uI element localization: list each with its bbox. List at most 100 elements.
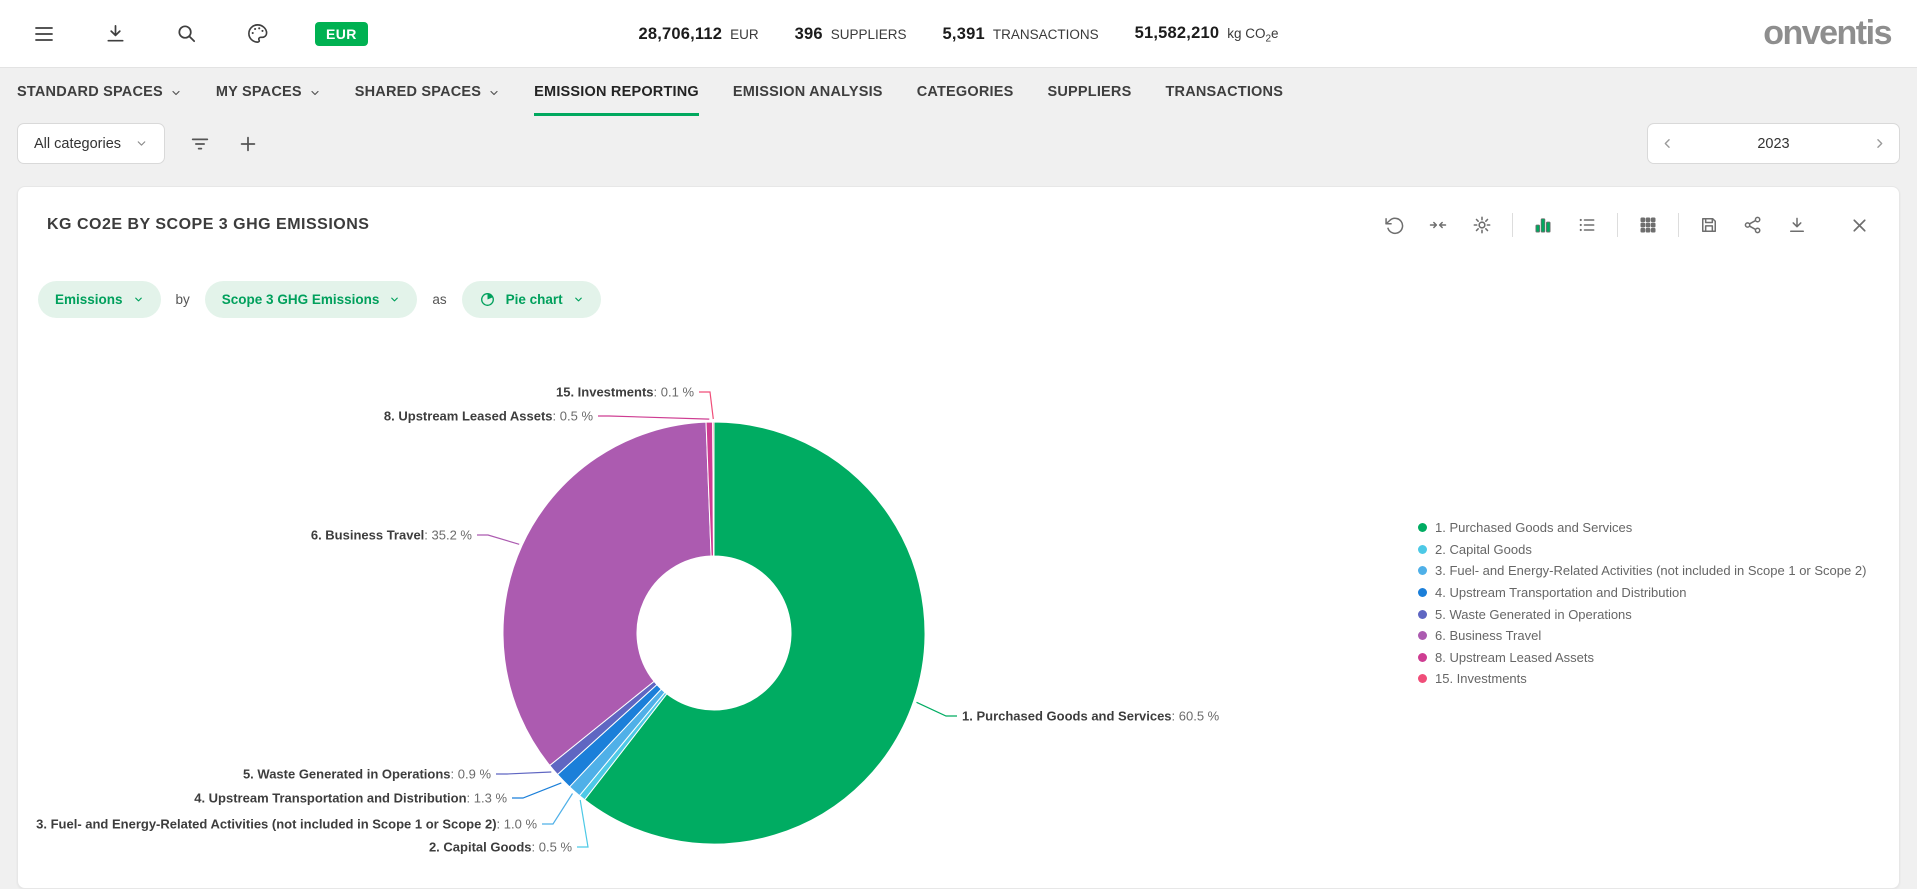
chart-legend: 1. Purchased Goods and Services 2. Capita… <box>1418 517 1866 690</box>
toolbar-divider <box>1512 213 1513 237</box>
download-icon[interactable] <box>1787 215 1807 235</box>
nav-tab-shared-spaces[interactable]: SHARED SPACES <box>355 68 500 116</box>
year-selector: 2023 <box>1647 123 1900 164</box>
legend-dot <box>1418 566 1427 575</box>
currency-badge[interactable]: EUR <box>315 22 368 46</box>
label-line <box>496 772 551 774</box>
nav-tab-label: STANDARD SPACES <box>17 84 163 100</box>
menu-icon[interactable] <box>32 22 56 46</box>
download-icon[interactable] <box>104 22 127 45</box>
chevron-down-icon <box>133 294 144 305</box>
search-icon[interactable] <box>175 22 198 45</box>
nav-tab-label: EMISSION ANALYSIS <box>733 84 883 100</box>
legend-item[interactable]: 5. Waste Generated in Operations <box>1418 603 1866 625</box>
legend-item[interactable]: 8. Upstream Leased Assets <box>1418 647 1866 669</box>
label-line <box>598 416 709 419</box>
share-icon[interactable] <box>1743 215 1763 235</box>
stat-co2e: 51,582,210 kg CO2e <box>1135 24 1279 45</box>
legend-item[interactable]: 15. Investments <box>1418 668 1866 690</box>
as-label: as <box>432 292 446 307</box>
save-icon[interactable] <box>1699 215 1719 235</box>
legend-dot <box>1418 610 1427 619</box>
by-label: by <box>176 292 190 307</box>
bar-chart-icon[interactable] <box>1533 215 1553 235</box>
legend-label: 5. Waste Generated in Operations <box>1435 607 1632 622</box>
nav-tab-emission-reporting[interactable]: EMISSION REPORTING <box>534 68 699 116</box>
category-dropdown-label: All categories <box>34 136 121 152</box>
grid-view-icon[interactable] <box>1638 215 1658 235</box>
label-line <box>917 702 958 716</box>
legend-item[interactable]: 3. Fuel- and Energy-Related Activities (… <box>1418 560 1866 582</box>
legend-dot <box>1418 588 1427 597</box>
category-dropdown[interactable]: All categories <box>17 123 165 164</box>
chevron-down-icon <box>573 294 584 305</box>
dimension-dropdown[interactable]: Scope 3 GHG Emissions <box>205 281 418 318</box>
slice-label: 4. Upstream Transportation and Distribut… <box>194 791 507 806</box>
list-view-icon[interactable] <box>1577 215 1597 235</box>
chevron-down-icon <box>488 87 500 99</box>
stat-label: EUR <box>730 27 759 42</box>
legend-item[interactable]: 6. Business Travel <box>1418 625 1866 647</box>
legend-item[interactable]: 1. Purchased Goods and Services <box>1418 517 1866 539</box>
nav-tab-emission-analysis[interactable]: EMISSION ANALYSIS <box>733 68 883 116</box>
nav-tab-label: TRANSACTIONS <box>1165 84 1283 100</box>
stat-value: 5,391 <box>943 25 985 44</box>
chevron-down-icon <box>170 87 182 99</box>
legend-label: 2. Capital Goods <box>1435 542 1532 557</box>
stat-label: SUPPLIERS <box>831 27 907 42</box>
chevron-down-icon <box>389 294 400 305</box>
legend-dot <box>1418 653 1427 662</box>
nav-tab-label: SUPPLIERS <box>1047 84 1131 100</box>
main-nav: STANDARD SPACES MY SPACES SHARED SPACES … <box>0 68 1917 116</box>
stat-total-spend: 28,706,112 EUR <box>638 25 758 44</box>
pie-chart-icon <box>479 291 496 308</box>
close-icon[interactable] <box>1849 215 1870 236</box>
widget-toolbar <box>1384 213 1870 237</box>
legend-label: 8. Upstream Leased Assets <box>1435 650 1594 665</box>
legend-label: 6. Business Travel <box>1435 628 1541 643</box>
summary-stats: 28,706,112 EUR 396 SUPPLIERS 5,391 TRANS… <box>638 0 1278 68</box>
stat-label: kg CO2e <box>1227 26 1278 45</box>
chevron-down-icon <box>309 87 321 99</box>
filter-icon[interactable] <box>189 133 211 155</box>
slice-label: 15. Investments: 0.1 % <box>556 385 694 400</box>
nav-tab-label: MY SPACES <box>216 84 302 100</box>
slice-label: 8. Upstream Leased Assets: 0.5 % <box>384 409 594 424</box>
add-icon[interactable] <box>237 133 259 155</box>
stat-transactions: 5,391 TRANSACTIONS <box>943 25 1099 44</box>
stat-suppliers: 396 SUPPLIERS <box>795 25 907 44</box>
nav-tab-transactions[interactable]: TRANSACTIONS <box>1165 68 1283 116</box>
nav-tab-suppliers[interactable]: SUPPLIERS <box>1047 68 1131 116</box>
palette-icon[interactable] <box>246 22 269 45</box>
report-widget: KG CO2E BY SCOPE 3 GHG EMISSIONS <box>17 186 1900 889</box>
legend-label: 4. Upstream Transportation and Distribut… <box>1435 585 1686 600</box>
collapse-arrows-icon[interactable] <box>1428 215 1448 235</box>
legend-label: 3. Fuel- and Energy-Related Activities (… <box>1435 563 1866 578</box>
chart-type-dropdown[interactable]: Pie chart <box>462 281 601 318</box>
label-line <box>542 794 573 825</box>
slice-label: 5. Waste Generated in Operations: 0.9 % <box>243 767 491 782</box>
filter-bar: All categories 2023 <box>0 116 1917 171</box>
onventis-logo: onventis <box>1763 14 1891 53</box>
next-year-button[interactable] <box>1872 136 1887 151</box>
legend-item[interactable]: 4. Upstream Transportation and Distribut… <box>1418 582 1866 604</box>
nav-tab-label: EMISSION REPORTING <box>534 84 699 100</box>
chart-config-row: Emissions by Scope 3 GHG Emissions as Pi… <box>18 263 1899 318</box>
label-line <box>477 535 519 544</box>
nav-tab-standard-spaces[interactable]: STANDARD SPACES <box>17 68 182 116</box>
measure-dropdown-label: Emissions <box>55 292 123 307</box>
chevron-down-icon <box>135 137 148 150</box>
prev-year-button[interactable] <box>1660 136 1675 151</box>
toolbar-divider <box>1678 213 1679 237</box>
label-line <box>699 392 713 419</box>
nav-tab-label: SHARED SPACES <box>355 84 481 100</box>
measure-dropdown[interactable]: Emissions <box>38 281 161 318</box>
slice-label: 3. Fuel- and Energy-Related Activities (… <box>36 817 537 832</box>
legend-item[interactable]: 2. Capital Goods <box>1418 539 1866 561</box>
refresh-icon[interactable] <box>1384 215 1404 235</box>
nav-tab-my-spaces[interactable]: MY SPACES <box>216 68 321 116</box>
chart-type-dropdown-label: Pie chart <box>506 292 563 307</box>
legend-dot <box>1418 674 1427 683</box>
nav-tab-categories[interactable]: CATEGORIES <box>917 68 1014 116</box>
gear-icon[interactable] <box>1472 215 1492 235</box>
